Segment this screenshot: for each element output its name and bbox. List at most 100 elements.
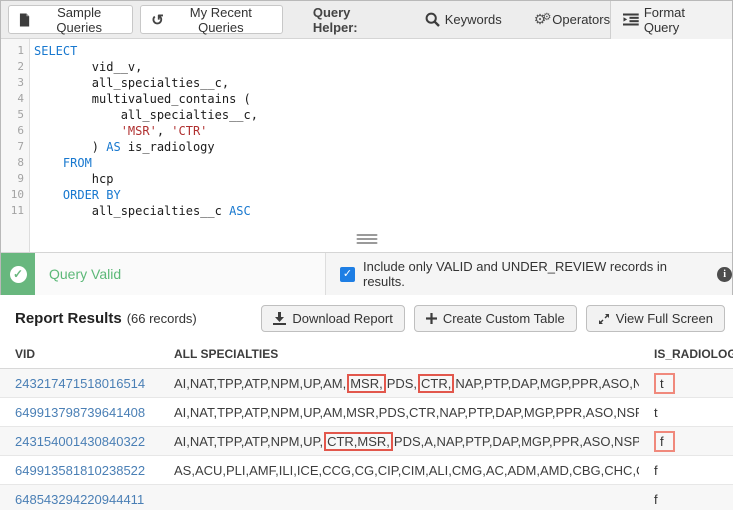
line-number: 5 xyxy=(17,108,24,121)
format-query-button[interactable]: Format Query xyxy=(623,5,718,35)
column-header: ALL SPECIALTIES xyxy=(160,340,639,369)
code-line: 7 ) AS is_radiology xyxy=(1,139,732,155)
query-valid-status: Query Valid xyxy=(49,266,122,282)
query-editor-panel: Sample Queries ↺ My Recent Queries Query… xyxy=(0,0,733,295)
code-line: 2 vid__v, xyxy=(1,59,732,75)
highlight-box: MSR, xyxy=(347,373,386,393)
code-text: SELECT xyxy=(34,44,78,58)
table-row: 243217471518016514 AI,NAT,TPP,ATP,NPM,UP,… xyxy=(0,368,733,398)
line-number: 4 xyxy=(17,92,24,105)
operators-label: Operators xyxy=(552,12,611,27)
line-number: 2 xyxy=(17,60,24,73)
vid-cell: 648543294220944411 xyxy=(0,484,160,510)
code-text: all_specialties__c, xyxy=(34,108,258,122)
code-line: 9 hcp xyxy=(1,171,732,187)
code-text: hcp xyxy=(34,172,114,186)
vid-link[interactable]: 649913798739641408 xyxy=(15,405,145,420)
check-circle-icon: ✓ xyxy=(9,265,27,283)
query-helper-label: Query Helper: xyxy=(312,4,358,35)
table-row: 649913581810238522 AS,ACU,PLI,AMF,ILI,ICE… xyxy=(0,455,733,485)
line-number: 10 xyxy=(10,188,24,201)
highlight-box: CTR, xyxy=(418,373,455,393)
code-text: multivalued_contains ( xyxy=(34,92,251,106)
code-line: 8 FROM xyxy=(1,155,732,171)
operators-button[interactable]: ⚙⚙ Operators xyxy=(534,11,610,28)
view-full-screen-button[interactable]: View Full Screen xyxy=(585,305,725,332)
indent-icon xyxy=(623,13,639,26)
vid-cell: 243154001430840322 xyxy=(0,426,160,456)
view-full-screen-label: View Full Screen xyxy=(615,311,713,326)
code-text: vid__v, xyxy=(34,60,143,74)
code-line: 3 all_specialties__c, xyxy=(1,75,732,91)
vid-link[interactable]: 649913581810238522 xyxy=(15,463,145,478)
vid-cell: 649913581810238522 xyxy=(0,455,160,485)
column-header: VID xyxy=(0,340,160,369)
include-valid-area: ✓ Include only VALID and UNDER_REVIEW re… xyxy=(326,253,732,295)
include-valid-checkbox[interactable]: ✓ xyxy=(340,266,355,282)
code-text: 'MSR', 'CTR' xyxy=(120,124,208,138)
code-text: FROM xyxy=(62,156,92,170)
keywords-label: Keywords xyxy=(444,12,502,27)
query-valid-indicator: ✓ xyxy=(1,253,35,295)
create-custom-table-button[interactable]: Create Custom Table xyxy=(413,305,577,332)
is-radiology-cell: f xyxy=(639,455,733,485)
highlight-box: f xyxy=(654,430,675,452)
line-number: 8 xyxy=(17,156,24,169)
code-text: ORDER BY xyxy=(62,188,121,202)
code-line: 1 SELECT xyxy=(1,43,732,59)
info-icon[interactable]: i xyxy=(717,266,732,282)
specialties-cell: AI,NAT,TPP,ATP,NPM,UP,AM,MSR,PDS,CTR,NAP… xyxy=(160,397,639,427)
code-line: 4 multivalued_contains ( xyxy=(1,91,732,107)
specialties-cell: AS,ACU,PLI,AMF,ILI,ICE,CCG,CG,CIP,CIM,AL… xyxy=(160,455,639,485)
code-line: 5 all_specialties__c, xyxy=(1,107,732,123)
is-radiology-cell: f xyxy=(639,426,733,456)
line-number: 3 xyxy=(17,76,24,89)
line-number: 1 xyxy=(17,44,24,57)
line-number: 6 xyxy=(17,124,24,137)
vid-link[interactable]: 243217471518016514 xyxy=(15,376,145,391)
specialties-cell: AI,NAT,TPP,ATP,NPM,UP,AM,MSR,PDS,CTR,NAP… xyxy=(160,368,639,398)
my-recent-queries-button[interactable]: ↺ My Recent Queries xyxy=(140,4,283,35)
keywords-button[interactable]: Keywords xyxy=(425,12,502,27)
download-report-button[interactable]: Download Report xyxy=(261,305,405,332)
code-text: ) AS is_radiology xyxy=(34,140,215,154)
highlight-box: CTR,MSR, xyxy=(324,431,393,451)
line-number: 11 xyxy=(10,204,24,217)
download-report-label: Download Report xyxy=(292,311,393,326)
sql-editor[interactable]: 1 SELECT 2 vid__v, 3 all_specialties__c, 4 m… xyxy=(1,39,732,252)
records-count: (66 records) xyxy=(126,311,197,326)
is-radiology-cell: t xyxy=(639,368,733,398)
table-row: 243154001430840322 AI,NAT,TPP,ATP,NPM,UP,… xyxy=(0,426,733,456)
search-icon xyxy=(425,12,440,27)
code-line: 10 ORDER BY xyxy=(1,187,732,203)
gears-icon: ⚙⚙ xyxy=(533,11,552,27)
highlight-box: t xyxy=(654,372,675,394)
code-line: 6 'MSR', 'CTR' xyxy=(1,123,732,139)
code-line: 11 all_specialties__c ASC xyxy=(1,203,732,219)
is-radiology-cell: f xyxy=(639,484,733,510)
sample-queries-button[interactable]: Sample Queries xyxy=(8,4,134,35)
vid-link[interactable]: 648543294220944411 xyxy=(15,492,144,507)
download-icon xyxy=(273,312,287,325)
code-text: all_specialties__c, xyxy=(34,76,230,90)
report-results-header: Report Results (66 records) Download Rep… xyxy=(0,295,733,340)
editor-resize-handle[interactable] xyxy=(356,232,377,246)
specialties-cell: AI,NAT,TPP,ATP,NPM,UP, CTR,MSR, PDS,A,NAP,… xyxy=(160,426,639,456)
query-status-bar: ✓ Query Valid ✓ Include only VALID and U… xyxy=(1,252,732,295)
plus-icon xyxy=(425,313,437,324)
my-recent-queries-label: My Recent Queries xyxy=(189,4,252,35)
results-table: VIDALL SPECIALTIESIS_RADIOLOGY 243217471… xyxy=(0,340,733,510)
query-toolbar: Sample Queries ↺ My Recent Queries Query… xyxy=(1,0,732,39)
column-header: IS_RADIOLOGY xyxy=(639,340,733,369)
code-text: all_specialties__c ASC xyxy=(34,204,251,218)
specialties-cell xyxy=(160,484,639,510)
table-row: 648543294220944411 f xyxy=(0,484,733,510)
vid-link[interactable]: 243154001430840322 xyxy=(15,434,145,449)
format-query-area: Format Query xyxy=(610,0,732,39)
line-number: 9 xyxy=(17,172,24,185)
results-table-header-row: VIDALL SPECIALTIESIS_RADIOLOGY xyxy=(0,340,733,369)
create-custom-table-label: Create Custom Table xyxy=(442,311,565,326)
line-number: 7 xyxy=(17,140,24,153)
is-radiology-cell: t xyxy=(639,397,733,427)
sample-queries-label: Sample Queries xyxy=(56,4,102,35)
